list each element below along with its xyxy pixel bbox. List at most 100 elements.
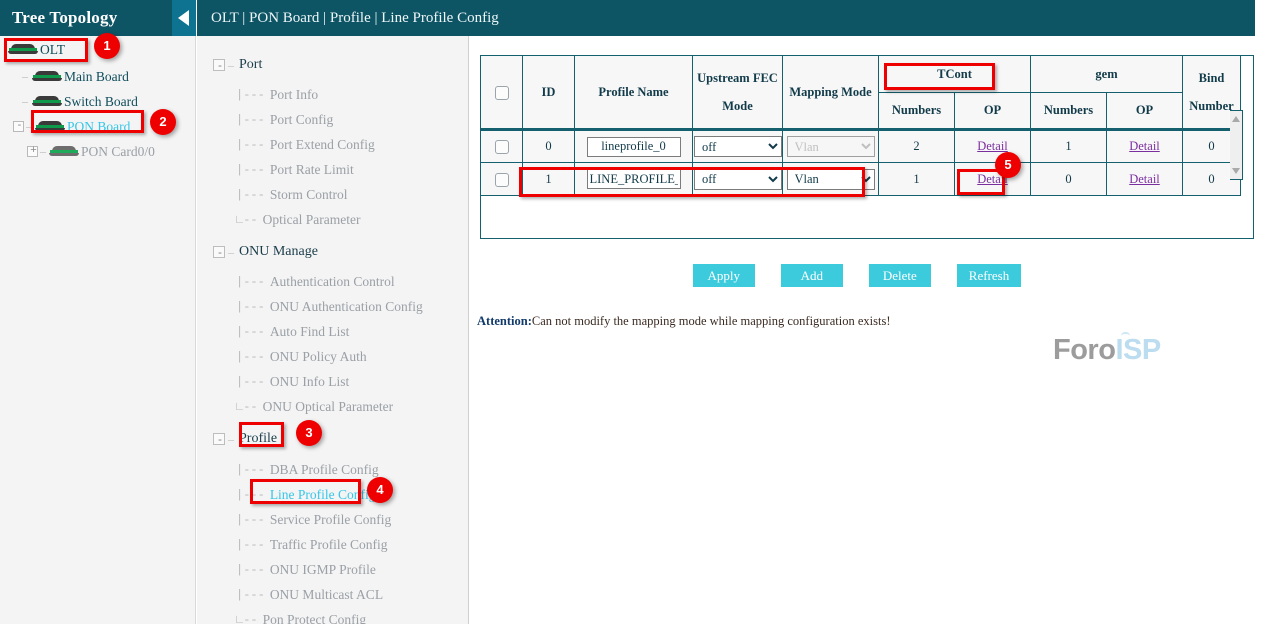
- profile-name-input[interactable]: [587, 137, 681, 157]
- menu-item-label: Traffic Profile Config: [270, 537, 388, 553]
- menu-item-pon-protect-config[interactable]: ∟-- Pon Protect Config: [197, 607, 468, 624]
- tree-panel-header: Tree Topology: [0, 0, 196, 36]
- watermark-part-1: Foro: [1053, 334, 1115, 366]
- device-icon: [32, 96, 62, 108]
- tree-collapse-toggle[interactable]: -: [13, 121, 24, 132]
- menu-item-label: ONU Multicast ACL: [270, 587, 383, 603]
- menu-item-port-config[interactable]: |--- Port Config: [197, 107, 468, 132]
- header-tcont-op: OP: [955, 93, 1031, 130]
- menu-item-label: ONU Optical Parameter: [263, 399, 393, 415]
- mapping-mode-select[interactable]: Vlan: [787, 136, 875, 157]
- menu-item-onu-optical-parameter[interactable]: ∟-- ONU Optical Parameter: [197, 394, 468, 419]
- menu-group-header[interactable]: - – Port: [197, 52, 468, 78]
- menu-item-port-info[interactable]: |--- Port Info: [197, 82, 468, 107]
- triangle-up-icon[interactable]: [1232, 116, 1240, 122]
- header-line-2: Mode: [695, 99, 780, 114]
- menu-item-service-profile-config[interactable]: |--- Service Profile Config: [197, 507, 468, 532]
- tree-topology-panel: Tree Topology OLT – Main Board – Switch …: [0, 0, 196, 624]
- mapping-mode-select[interactable]: Vlan: [787, 169, 875, 190]
- tree-line: –: [228, 58, 234, 73]
- device-icon: [49, 146, 79, 158]
- header-line-1: Bind: [1185, 71, 1238, 86]
- menu-item-traffic-profile-config[interactable]: |--- Traffic Profile Config: [197, 532, 468, 557]
- tree-line: |---: [236, 513, 265, 527]
- line-profile-table: ID Profile Name Upstream FEC Mode Mappin…: [480, 55, 1241, 196]
- fec-mode-select[interactable]: off: [694, 169, 782, 190]
- menu-item-authentication-control[interactable]: |--- Authentication Control: [197, 269, 468, 294]
- row-select-checkbox[interactable]: [495, 173, 509, 187]
- gem-detail-link[interactable]: Detail: [1129, 139, 1160, 153]
- row-select-checkbox[interactable]: [495, 140, 509, 154]
- tree-line: –: [22, 94, 28, 109]
- header-id: ID: [523, 56, 575, 130]
- group-collapse-toggle[interactable]: -: [213, 433, 225, 445]
- refresh-button[interactable]: Refresh: [957, 264, 1021, 287]
- tree-line: |---: [236, 138, 265, 152]
- tree-node-label: OLT: [40, 42, 65, 58]
- triangle-down-icon[interactable]: [1232, 168, 1240, 174]
- menu-item-onu-multicast-acl[interactable]: |--- ONU Multicast ACL: [197, 582, 468, 607]
- apply-button[interactable]: Apply: [693, 264, 755, 287]
- annotation-badge-1: 1: [94, 33, 120, 59]
- tree-node-main-board[interactable]: – Main Board: [0, 64, 196, 89]
- select-all-checkbox[interactable]: [495, 86, 509, 100]
- header-select-all: [481, 56, 523, 130]
- tree-line: |---: [236, 350, 265, 364]
- menu-item-onu-info-list[interactable]: |--- ONU Info List: [197, 369, 468, 394]
- tree-line: |---: [236, 113, 265, 127]
- menu-item-label: Line Profile Config: [270, 487, 376, 503]
- menu-item-port-rate-limit[interactable]: |--- Port Rate Limit: [197, 157, 468, 182]
- table-header: ID Profile Name Upstream FEC Mode Mappin…: [481, 56, 1241, 130]
- menu-group-profile: - – Profile |--- DBA Profile Config |---…: [197, 426, 468, 624]
- menu-item-dba-profile-config[interactable]: |--- DBA Profile Config: [197, 457, 468, 482]
- tree-node-label: Switch Board: [64, 94, 138, 110]
- menu-item-optical-parameter[interactable]: ∟-- Optical Parameter: [197, 207, 468, 232]
- profile-name-input[interactable]: [587, 169, 681, 189]
- delete-button[interactable]: Delete: [869, 264, 931, 287]
- gem-detail-link[interactable]: Detail: [1129, 172, 1160, 186]
- annotation-badge-4: 4: [367, 477, 393, 503]
- menu-item-onu-policy-auth[interactable]: |--- ONU Policy Auth: [197, 344, 468, 369]
- row-checkbox-cell: [481, 163, 523, 196]
- menu-item-line-profile-config[interactable]: |--- Line Profile Config: [197, 482, 468, 507]
- tree-expand-toggle[interactable]: +: [27, 146, 38, 157]
- menu-item-label: Port Info: [270, 87, 318, 103]
- table-vertical-scrollbar[interactable]: [1230, 110, 1243, 180]
- menu-group-header[interactable]: - – Profile: [197, 426, 468, 452]
- attention-text: Can not modify the mapping mode while ma…: [532, 314, 891, 328]
- tree-node-label: PON Card0/0: [81, 144, 155, 160]
- menu-item-onu-authentication-config[interactable]: |--- ONU Authentication Config: [197, 294, 468, 319]
- tree-line: –: [22, 69, 28, 84]
- tcont-detail-link[interactable]: Detail: [977, 139, 1008, 153]
- menu-item-label: Service Profile Config: [270, 512, 391, 528]
- cell-fec-mode: off: [693, 130, 783, 163]
- group-collapse-toggle[interactable]: -: [213, 59, 225, 71]
- annotation-badge-2: 2: [150, 109, 176, 135]
- menu-item-label: Port Config: [270, 112, 333, 128]
- header-line-1: Upstream FEC: [695, 71, 780, 86]
- tree-line: –: [40, 144, 46, 159]
- group-collapse-toggle[interactable]: -: [213, 246, 225, 258]
- tree-line: –: [26, 119, 32, 134]
- tree-line: |---: [236, 463, 265, 477]
- menu-item-port-extend-config[interactable]: |--- Port Extend Config: [197, 132, 468, 157]
- add-button[interactable]: Add: [781, 264, 843, 287]
- collapse-sidebar-button[interactable]: [172, 0, 196, 36]
- tree-node-pon-card[interactable]: + – PON Card0/0: [0, 139, 196, 164]
- menu-item-label: Authentication Control: [270, 274, 395, 290]
- menu-group-header[interactable]: - – ONU Manage: [197, 239, 468, 265]
- fec-mode-select[interactable]: off: [694, 136, 782, 157]
- header-upstream-fec-mode: Upstream FEC Mode: [693, 56, 783, 130]
- menu-item-storm-control[interactable]: |--- Storm Control: [197, 182, 468, 207]
- menu-group-port: - – Port |--- Port Info |--- Port Config…: [197, 52, 468, 232]
- tree-line: |---: [236, 538, 265, 552]
- menu-item-auto-find-list[interactable]: |--- Auto Find List: [197, 319, 468, 344]
- tree-line: |---: [236, 188, 265, 202]
- annotation-badge-3: 3: [296, 420, 322, 446]
- menu-item-label: Storm Control: [270, 187, 348, 203]
- menu-item-onu-igmp-profile[interactable]: |--- ONU IGMP Profile: [197, 557, 468, 582]
- cell-tcont-numbers: 1: [879, 163, 955, 196]
- cell-fec-mode: off: [693, 163, 783, 196]
- header-gem-numbers: Numbers: [1031, 93, 1107, 130]
- tree-line: |---: [236, 300, 265, 314]
